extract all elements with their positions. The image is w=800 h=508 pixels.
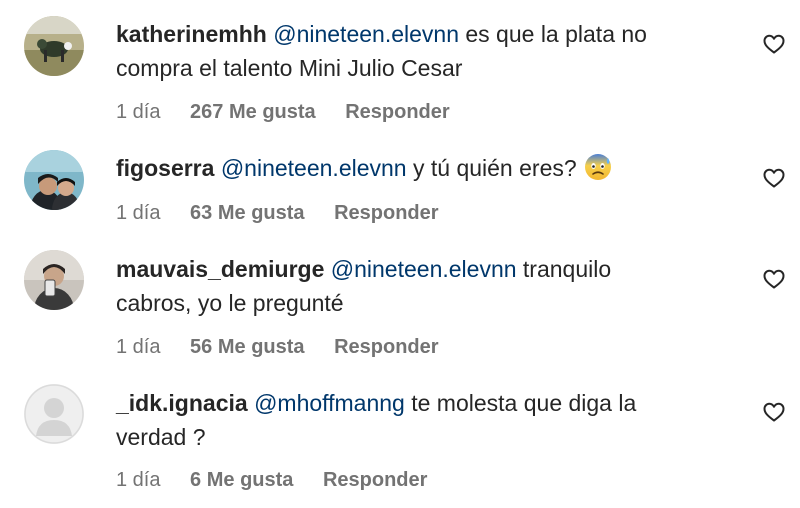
avatar-photo-icon — [24, 150, 84, 210]
comment-time: 1 día — [116, 202, 161, 224]
like-button[interactable] — [762, 267, 786, 291]
reply-button[interactable]: Responder — [334, 202, 438, 224]
default-avatar-icon — [24, 384, 84, 444]
anxious-face-with-sweat-emoji — [585, 154, 612, 180]
comment-likes[interactable]: 6 Me gusta — [190, 469, 293, 491]
avatar[interactable] — [24, 16, 84, 76]
comment-username[interactable]: figoserra — [116, 155, 214, 181]
comment-username[interactable]: katherinemhh — [116, 21, 267, 47]
like-button[interactable] — [762, 400, 786, 424]
like-button[interactable] — [762, 32, 786, 56]
avatar[interactable] — [24, 250, 84, 310]
comment-text: mauvais_demiurge @nineteen.elevnn tranqu… — [116, 252, 736, 320]
comment-text-line1: te molesta que diga la — [404, 390, 637, 416]
comment-username[interactable]: mauvais_demiurge — [116, 256, 324, 282]
heart-outline-icon — [763, 269, 785, 289]
comment-text-line1: tranquilo — [516, 256, 612, 282]
comment-text-line1: es que la plata no — [458, 21, 647, 47]
comment-meta: 1 día 6 Me gusta Responder — [116, 468, 427, 492]
comment-meta: 1 día 267 Me gusta Responder — [116, 100, 450, 124]
comment-mention[interactable]: @nineteen.elevnn — [273, 21, 459, 47]
comment-likes[interactable]: 63 Me gusta — [190, 202, 304, 224]
comment-time: 1 día — [116, 101, 161, 123]
like-button[interactable] — [762, 166, 786, 190]
comment-mention[interactable]: @nineteen.elevnn — [331, 256, 517, 282]
avatar[interactable] — [24, 384, 84, 444]
comment-likes[interactable]: 267 Me gusta — [190, 101, 316, 123]
comment-username[interactable]: _idk.ignacia — [116, 390, 248, 416]
comment-text-line2: compra el talento Mini Julio Cesar — [116, 55, 463, 81]
heart-outline-icon — [763, 34, 785, 54]
comment-mention[interactable]: @nineteen.elevnn — [221, 155, 407, 181]
comment-text: _idk.ignacia @mhoffmanng te molesta que … — [116, 386, 736, 454]
comment-text: figoserra @nineteen.elevnn y tú quién er… — [116, 151, 736, 185]
comment-text-line2: verdad ? — [116, 424, 206, 450]
comment-text: katherinemhh @nineteen.elevnn es que la … — [116, 17, 736, 85]
comment-mention[interactable]: @mhoffmanng — [254, 390, 405, 416]
comment-text-line2: cabros, yo le pregunté — [116, 290, 344, 316]
comment-text-line1: y tú quién eres? — [406, 155, 584, 181]
avatar[interactable] — [24, 150, 84, 210]
heart-outline-icon — [763, 402, 785, 422]
reply-button[interactable]: Responder — [345, 101, 449, 123]
reply-button[interactable]: Responder — [323, 469, 427, 491]
comment-likes[interactable]: 56 Me gusta — [190, 336, 304, 358]
reply-button[interactable]: Responder — [334, 336, 438, 358]
comment-meta: 1 día 63 Me gusta Responder — [116, 201, 439, 225]
avatar-photo-icon — [24, 16, 84, 76]
avatar-photo-icon — [24, 250, 84, 310]
comment-time: 1 día — [116, 336, 161, 358]
comment-meta: 1 día 56 Me gusta Responder — [116, 335, 439, 359]
heart-outline-icon — [763, 168, 785, 188]
comment-time: 1 día — [116, 469, 161, 491]
